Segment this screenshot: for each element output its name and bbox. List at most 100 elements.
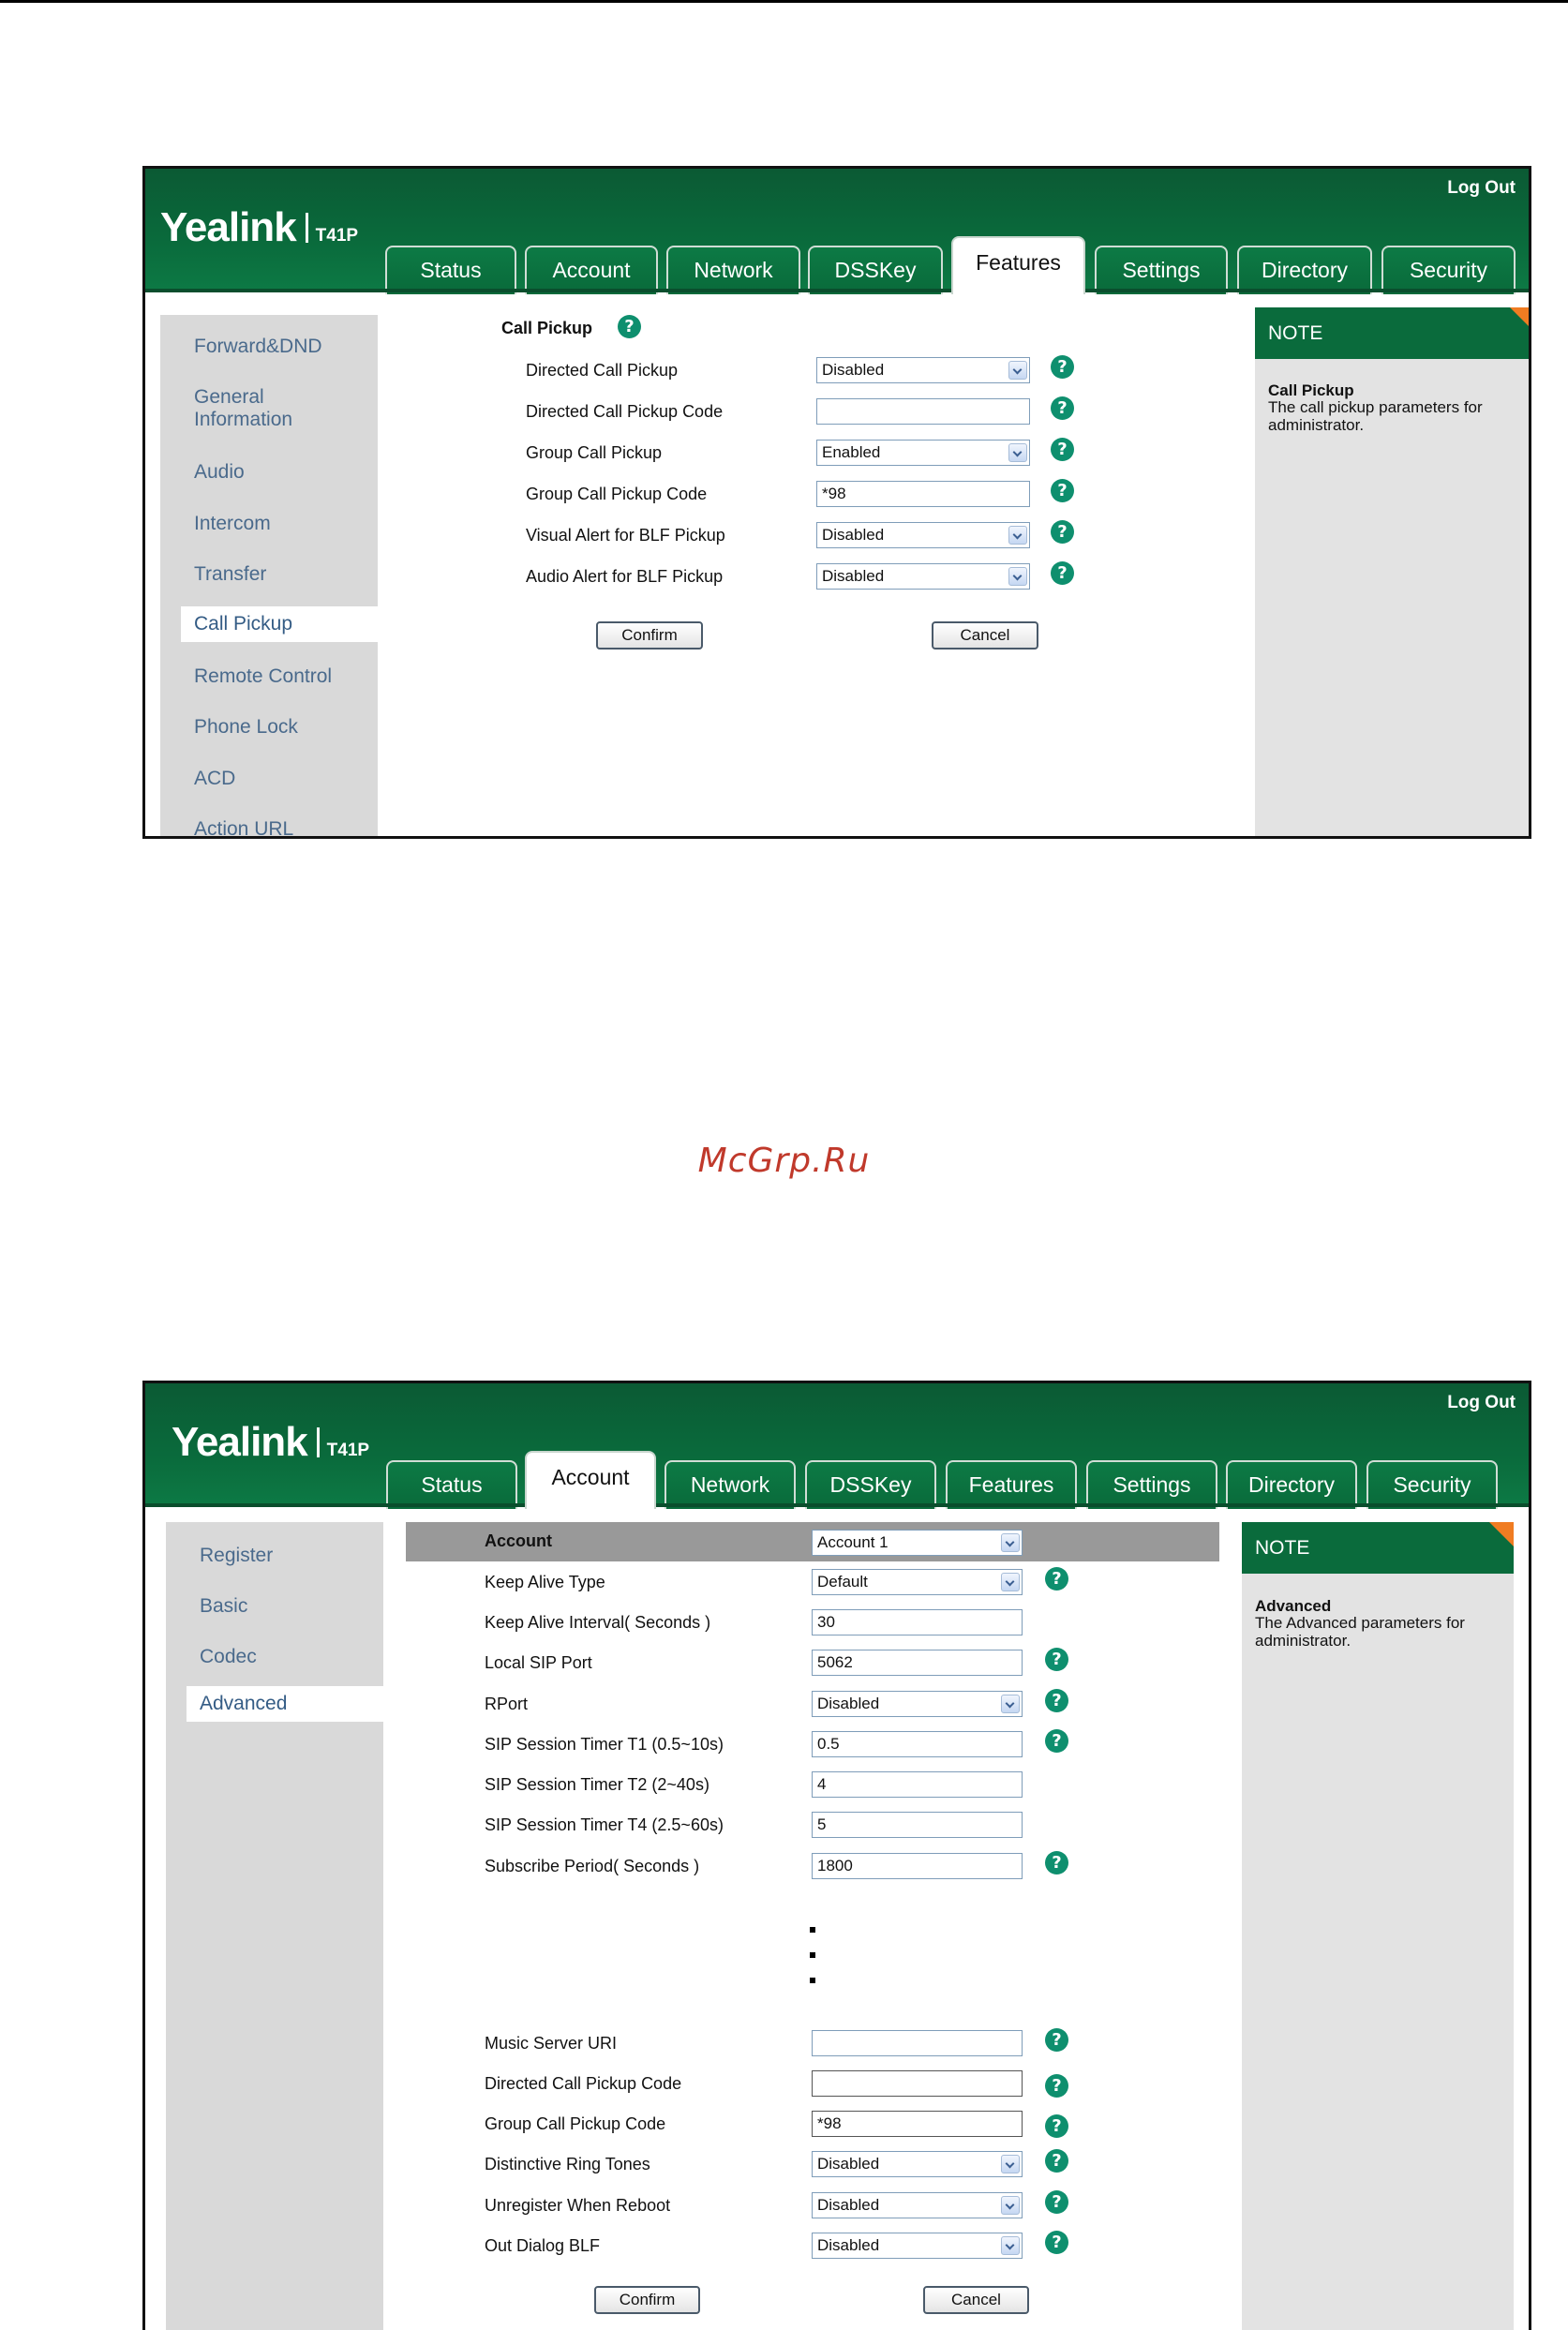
group-call-pickup-code-input[interactable]: *98 [812,2111,1023,2137]
page-top-rule [0,0,1568,3]
unregister-when-reboot-select[interactable]: Disabled [812,2192,1023,2218]
chevron-down-icon[interactable] [1001,1533,1020,1552]
group-call-pickup-code-input[interactable]: *98 [816,481,1030,507]
nav-item-codec[interactable]: Codec [200,1646,257,1668]
keep-alive-interval-input[interactable]: 30 [812,1609,1023,1635]
chevron-down-icon[interactable] [1008,526,1027,545]
nav-item-audio[interactable]: Audio [194,461,245,484]
question-circle-icon[interactable]: ? [1051,479,1074,502]
question-circle-icon[interactable]: ? [1045,1851,1068,1874]
distinctive-ring-tones-select[interactable]: Disabled [812,2151,1023,2177]
tab-settings[interactable]: Settings [1086,1460,1217,1509]
question-circle-icon[interactable]: ? [1051,520,1074,544]
note-text: The call pickup parameters for administr… [1268,398,1483,434]
question-circle-icon[interactable]: ? [1051,355,1074,379]
question-circle-icon[interactable]: ? [1045,1689,1068,1712]
yealink-logo: Yealink T41P [172,1419,370,1465]
question-circle-icon[interactable]: ? [1045,2149,1068,2173]
group-call-pickup-select[interactable]: Enabled [816,440,1030,466]
watermark: McGrp.Ru [697,1142,871,1180]
select-value: Account 1 [817,1533,889,1551]
local-sip-port-input[interactable]: 5062 [812,1650,1023,1676]
chevron-down-icon[interactable] [1001,1573,1020,1591]
question-circle-icon[interactable]: ? [1045,1648,1068,1671]
rport-select[interactable]: Disabled [812,1691,1023,1717]
directed-call-pickup-code-input[interactable] [812,2070,1023,2097]
nav-item-action-url[interactable]: Action URL [194,818,293,836]
nav-item-register[interactable]: Register [200,1545,273,1567]
nav-item-general-information[interactable]: General Information [194,386,335,431]
nav-item-advanced[interactable]: Advanced [187,1686,393,1722]
question-circle-icon[interactable]: ? [1051,561,1074,585]
question-circle-icon[interactable]: ? [1045,2074,1068,2098]
header-bar: Yealink T41P Log Out Status Account Netwo… [145,1383,1529,1509]
field-label: Group Call Pickup Code [526,485,708,503]
chevron-down-icon[interactable] [1008,567,1027,586]
logout-link[interactable]: Log Out [1447,1393,1516,1413]
keep-alive-type-select[interactable]: Default [812,1569,1023,1595]
sip-timer-t2-input[interactable]: 4 [812,1771,1023,1798]
tab-security[interactable]: Security [1366,1460,1498,1509]
tab-status[interactable]: Status [385,246,516,294]
select-value: Disabled [817,2236,880,2254]
question-circle-icon[interactable]: ? [1045,1729,1068,1753]
field-label: Group Call Pickup Code [485,2114,666,2133]
question-circle-icon[interactable]: ? [1045,2190,1068,2214]
question-circle-icon[interactable]: ? [1045,1567,1068,1591]
tab-account[interactable]: Account [525,1451,656,1509]
tab-directory[interactable]: Directory [1226,1460,1357,1509]
tab-security[interactable]: Security [1381,246,1516,294]
chevron-down-icon[interactable] [1001,2236,1020,2255]
nav-item-call-pickup[interactable]: Call Pickup [181,606,387,642]
out-dialog-blf-select[interactable]: Disabled [812,2233,1023,2259]
chevron-down-icon[interactable] [1008,443,1027,462]
note-corner [1510,307,1529,332]
logout-link[interactable]: Log Out [1447,178,1516,199]
question-circle-icon[interactable]: ? [1045,2028,1068,2052]
music-server-uri-input[interactable] [812,2030,1023,2056]
sip-timer-t1-input[interactable]: 0.5 [812,1731,1023,1757]
nav-item-phone-lock[interactable]: Phone Lock [194,716,298,739]
account-select[interactable]: Account 1 [812,1530,1023,1556]
question-circle-icon[interactable]: ? [1051,396,1074,420]
tab-features[interactable]: Features [951,236,1085,294]
confirm-button[interactable]: Confirm [596,621,703,650]
question-circle-icon[interactable]: ? [1045,2114,1068,2138]
tab-settings[interactable]: Settings [1095,246,1228,294]
nav-item-transfer[interactable]: Transfer [194,563,266,586]
tab-network[interactable]: Network [665,1460,796,1509]
nav-item-basic[interactable]: Basic [200,1595,247,1618]
note-title: Advanced [1255,1597,1332,1615]
nav-item-remote-control[interactable]: Remote Control [194,665,332,688]
field-label: SIP Session Timer T4 (2.5~60s) [485,1815,724,1834]
cancel-button[interactable]: Cancel [932,621,1038,650]
audio-alert-blf-select[interactable]: Disabled [816,563,1030,590]
cancel-button[interactable]: Cancel [923,2286,1029,2314]
tab-network[interactable]: Network [666,246,800,294]
nav-item-acd[interactable]: ACD [194,768,235,790]
field-label: Audio Alert for BLF Pickup [526,567,724,586]
tab-account[interactable]: Account [525,246,658,294]
tab-features[interactable]: Features [946,1460,1077,1509]
chevron-down-icon[interactable] [1008,361,1027,380]
directed-call-pickup-code-input[interactable] [816,398,1030,425]
nav-item-forward-dnd[interactable]: Forward&DND [194,336,322,358]
question-circle-icon[interactable]: ? [618,315,641,338]
directed-call-pickup-select[interactable]: Disabled [816,357,1030,383]
chevron-down-icon[interactable] [1001,2155,1020,2173]
field-label: Visual Alert for BLF Pickup [526,526,725,545]
chevron-down-icon[interactable] [1001,1695,1020,1713]
subscribe-period-input[interactable]: 1800 [812,1853,1023,1879]
question-circle-icon[interactable]: ? [1045,2231,1068,2254]
sip-timer-t4-input[interactable]: 5 [812,1812,1023,1838]
confirm-button[interactable]: Confirm [594,2286,700,2314]
tab-directory[interactable]: Directory [1237,246,1372,294]
tab-dsskey[interactable]: DSSKey [808,246,943,294]
chevron-down-icon[interactable] [1001,2196,1020,2215]
visual-alert-blf-select[interactable]: Disabled [816,522,1030,548]
field-label: Subscribe Period( Seconds ) [485,1857,700,1875]
tab-status[interactable]: Status [386,1460,517,1509]
tab-dsskey[interactable]: DSSKey [805,1460,936,1509]
question-circle-icon[interactable]: ? [1051,438,1074,461]
nav-item-intercom[interactable]: Intercom [194,513,271,535]
